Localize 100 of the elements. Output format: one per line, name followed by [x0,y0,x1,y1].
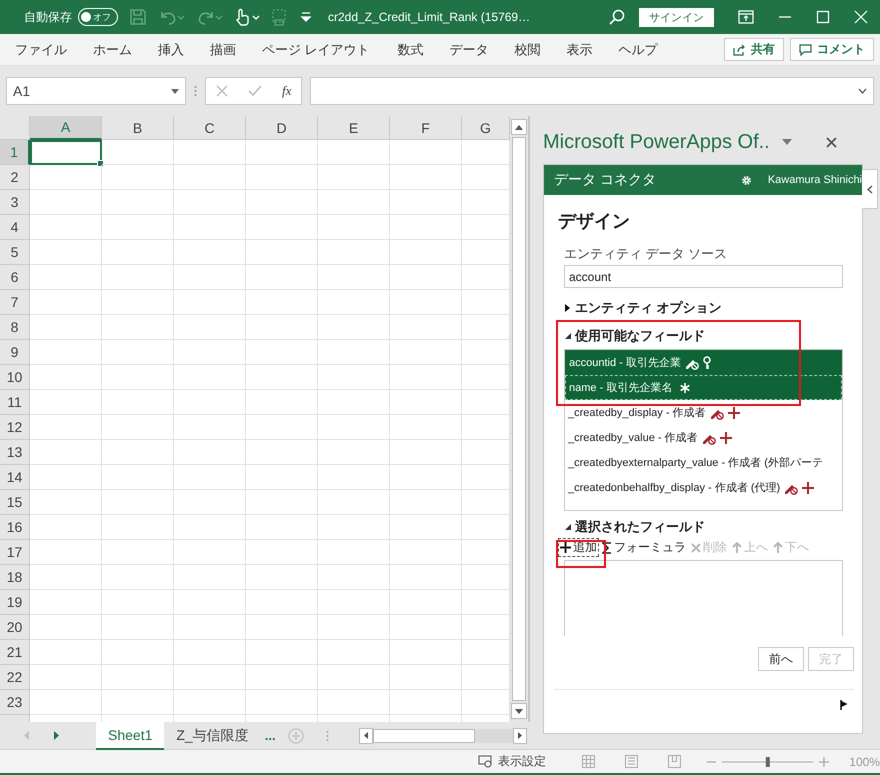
grid-cell[interactable] [318,690,390,715]
grid-cell[interactable] [174,140,246,165]
column-header[interactable]: C [174,116,246,140]
grid-cell[interactable] [390,515,462,540]
grid-cell[interactable] [318,365,390,390]
grid-cell[interactable] [318,340,390,365]
ribbon-tab[interactable]: データ [438,40,500,58]
field-list-item[interactable]: accountid - 取引先企業 [565,350,842,375]
row-header[interactable]: 22 [0,665,30,690]
grid-cell[interactable] [390,390,462,415]
row-header[interactable]: 7 [0,290,30,315]
grid-cell[interactable] [390,265,462,290]
grid-cell[interactable] [102,440,174,465]
flag-icon[interactable] [840,700,848,710]
scroll-left-button[interactable] [358,728,373,744]
maximize-icon[interactable] [816,10,830,24]
grid-cell[interactable] [102,340,174,365]
grid-cell[interactable] [246,440,318,465]
grid-cell[interactable] [318,190,390,215]
grid-cell[interactable] [318,515,390,540]
grid-cell[interactable] [174,665,246,690]
pane-options-icon[interactable] [782,139,792,145]
search-icon[interactable] [609,9,625,25]
row-header[interactable]: 13 [0,440,30,465]
grid-cell[interactable] [30,290,102,315]
touch-mode-icon[interactable] [234,8,260,26]
row-header[interactable]: 15 [0,490,30,515]
ribbon-tab[interactable]: 挿入 [147,40,195,58]
select-all-corner[interactable] [0,116,30,140]
grid-cell[interactable] [30,440,102,465]
grid-cell[interactable] [390,590,462,615]
row-header[interactable]: 3 [0,190,30,215]
grid-cell[interactable] [318,390,390,415]
grid-cell[interactable] [102,215,174,240]
field-list-item[interactable]: _createdonbehalfby_display - 作成者 (代理) [565,475,842,500]
grid-cell[interactable] [30,690,102,715]
field-list-item[interactable]: _createdbyexternalparty_value - 作成者 (外部パーテ [565,450,842,475]
grid-cell[interactable] [102,465,174,490]
row-header[interactable]: 12 [0,415,30,440]
grid-cell[interactable] [174,215,246,240]
screenshot-icon[interactable] [272,8,288,26]
grid-cell[interactable] [102,365,174,390]
grid-cell[interactable] [390,315,462,340]
scroll-up-button[interactable] [511,119,527,135]
grid-cell[interactable] [318,565,390,590]
grid-cell[interactable] [30,215,102,240]
name-box[interactable]: A1 [6,77,186,105]
grid-cell[interactable] [30,565,102,590]
ribbon-tab[interactable]: ページ レイアウト [251,40,381,58]
ribbon-tab[interactable]: 校閲 [504,40,552,58]
grid-cell[interactable] [30,465,102,490]
splitter-icon[interactable] [326,730,329,742]
section-header[interactable]: 使用可能なフィールド [564,326,862,346]
grid-cell[interactable] [246,215,318,240]
grid-cell[interactable] [390,665,462,690]
grid-cell[interactable] [102,315,174,340]
grid-cell[interactable] [390,365,462,390]
grid-cell[interactable] [318,590,390,615]
grid-cell[interactable] [318,640,390,665]
grid-cell[interactable] [246,515,318,540]
grid-cell[interactable] [30,315,102,340]
grid-cell[interactable] [174,190,246,215]
signin-button[interactable]: サインイン [639,8,714,26]
grid-cell[interactable] [390,490,462,515]
more-sheets[interactable]: ... [264,728,276,743]
grid-cell[interactable] [30,190,102,215]
grid-cell[interactable] [102,240,174,265]
grid-cell[interactable] [174,690,246,715]
grid-cell[interactable] [246,665,318,690]
ribbon-tab[interactable]: 描画 [199,40,247,58]
grid-cell[interactable] [318,465,390,490]
grid-cell[interactable] [318,165,390,190]
grid-cell[interactable] [390,140,462,165]
ribbon-tab[interactable]: 表示 [556,40,604,58]
grid-cell[interactable] [174,365,246,390]
grid-cell[interactable] [30,665,102,690]
grid-cell[interactable] [102,515,174,540]
row-header[interactable]: 18 [0,565,30,590]
grid-cell[interactable] [30,515,102,540]
grid-cell[interactable] [246,690,318,715]
grid-cell[interactable] [102,415,174,440]
row-header[interactable]: 5 [0,240,30,265]
grid-cell[interactable] [246,340,318,365]
grid-cell[interactable] [174,240,246,265]
grid-cell[interactable] [246,140,318,165]
close-icon[interactable] [826,136,837,148]
grid-cell[interactable] [318,140,390,165]
scroll-right-button[interactable] [512,728,527,744]
grid-cell[interactable] [102,640,174,665]
grid-cell[interactable] [390,440,462,465]
grid-cell[interactable] [174,440,246,465]
zoom-slider[interactable] [722,756,814,766]
row-header[interactable]: 10 [0,365,30,390]
grid-cell[interactable] [390,240,462,265]
grid-cell[interactable] [390,540,462,565]
field-list-item[interactable]: _createdby_value - 作成者 [565,425,842,450]
collapse-tab[interactable] [862,169,878,209]
row-header[interactable]: 4 [0,215,30,240]
row-header[interactable]: 20 [0,615,30,640]
back-button[interactable]: 前へ [758,647,804,671]
